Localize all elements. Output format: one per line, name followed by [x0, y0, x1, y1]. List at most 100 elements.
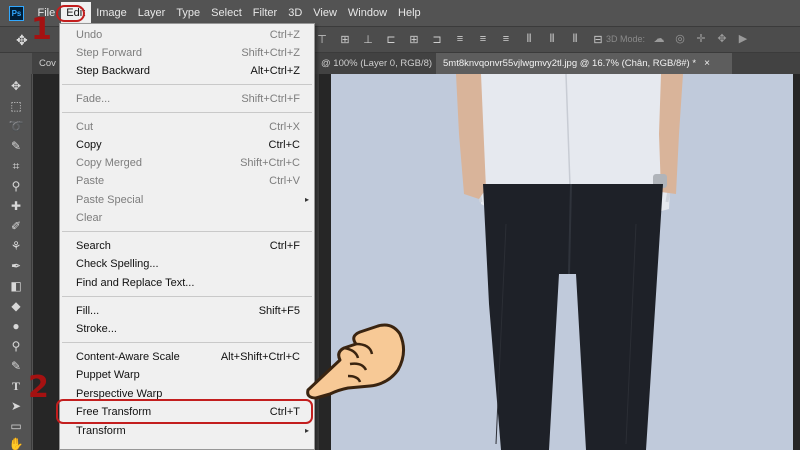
free-transform-highlight-ring — [56, 399, 313, 424]
menu-item-paste[interactable]: Paste Ctrl+V — [60, 172, 314, 190]
eyedropper-icon[interactable]: ⚲ — [8, 178, 24, 194]
menu-separator — [62, 84, 312, 85]
step-number-2: 2 — [28, 370, 49, 405]
menu-separator — [62, 231, 312, 232]
menu-separator — [62, 296, 312, 297]
menu-item-shortcut: Ctrl+F — [269, 240, 300, 252]
tab-label: @ 100% (Layer 0, RGB/8) — [321, 58, 433, 69]
menu-item-fill[interactable]: Fill... Shift+F5 — [60, 302, 314, 320]
scale-3d-icon[interactable]: ▶ — [736, 32, 750, 46]
menu-item-label: Step Backward — [76, 65, 150, 77]
move-icon[interactable]: ✥ — [8, 78, 24, 94]
menu-item-clear[interactable]: Clear — [60, 209, 314, 227]
menu-item-find-replace[interactable]: Find and Replace Text... — [60, 274, 314, 292]
hand-icon[interactable]: ✋ — [8, 436, 24, 450]
history-brush-icon[interactable]: ✒ — [8, 258, 24, 274]
distribute-hcenter-icon[interactable]: ⦀ — [545, 33, 559, 46]
menu-separator — [62, 112, 312, 113]
menu-item-shortcut: Ctrl+X — [269, 121, 300, 133]
brush-icon[interactable]: ✐ — [8, 218, 24, 234]
menu-item-step-forward[interactable]: Step Forward Shift+Ctrl+Z — [60, 44, 314, 62]
lasso-icon[interactable]: ➰ — [8, 118, 24, 134]
menu-window[interactable]: Window — [342, 0, 392, 26]
tab-cover[interactable]: Cov — [32, 53, 60, 74]
marquee-icon[interactable]: ⬚ — [8, 98, 24, 114]
menu-item-shortcut: Ctrl+Z — [269, 29, 300, 41]
tab-label: 5mt8knvqonvr55vjlwgmvy2tl.jpg @ 16.7% (C… — [443, 58, 697, 69]
menu-item-stroke[interactable]: Stroke... — [60, 320, 314, 338]
submenu-arrow-icon: ▸ — [304, 195, 309, 204]
move-tool-icon[interactable]: ✥ — [16, 32, 28, 49]
rectangle-icon[interactable]: ▭ — [8, 418, 24, 434]
slide-3d-icon[interactable]: ✥ — [715, 32, 729, 46]
menu-help[interactable]: Help — [393, 0, 427, 26]
distribute-bottom-icon[interactable]: ≡ — [499, 33, 513, 46]
drag-3d-icon[interactable]: ✛ — [694, 32, 708, 46]
align-buttons: ⊤ ⊞ ⊥ ⊏ ⊞ ⊐ ≡ ≡ ≡ ⦀ ⦀ ⦀ ⊟ — [315, 33, 605, 46]
align-top-icon[interactable]: ⊤ — [315, 33, 329, 46]
distribute-right-icon[interactable]: ⦀ — [568, 33, 582, 46]
menu-item-transform[interactable]: Transform ▸ — [60, 422, 314, 440]
orbit-3d-icon[interactable]: ☁ — [652, 32, 666, 46]
menu-item-shortcut: Ctrl+C — [268, 139, 300, 151]
eraser-icon[interactable]: ◧ — [8, 278, 24, 294]
menu-item-shortcut: Alt+Shift+Ctrl+C — [220, 351, 300, 363]
menu-item-label: Check Spelling... — [76, 258, 159, 270]
menu-item-shortcut: Shift+Ctrl+Z — [241, 47, 300, 59]
quick-select-icon[interactable]: ✎ — [8, 138, 24, 154]
distribute-left-icon[interactable]: ⦀ — [522, 33, 536, 46]
path-selection-icon[interactable]: ➤ — [8, 398, 24, 414]
align-vcenter-icon[interactable]: ⊞ — [338, 33, 352, 46]
blur-icon[interactable]: ● — [8, 318, 24, 334]
edit-menu-highlight-ring — [56, 5, 85, 22]
menu-item-shortcut: Shift+F5 — [258, 305, 300, 317]
menu-item-copy-merged[interactable]: Copy Merged Shift+Ctrl+C — [60, 154, 314, 172]
menu-item-label: Stroke... — [76, 323, 117, 335]
tab-active-document[interactable]: 5mt8knvqonvr55vjlwgmvy2tl.jpg @ 16.7% (C… — [436, 53, 732, 74]
menu-item-label: Puppet Warp — [76, 369, 140, 381]
menu-item-undo[interactable]: Undo Ctrl+Z — [60, 26, 314, 44]
menu-item-search[interactable]: Search Ctrl+F — [60, 237, 314, 255]
menu-item-shortcut: Shift+Ctrl+C — [240, 157, 300, 169]
distribute-top-icon[interactable]: ≡ — [453, 33, 467, 46]
menu-item-copy[interactable]: Copy Ctrl+C — [60, 136, 314, 154]
auto-align-icon[interactable]: ⊟ — [591, 33, 605, 46]
tab-layer0[interactable]: @ 100% (Layer 0, RGB/8) — [314, 53, 444, 74]
align-right-icon[interactable]: ⊐ — [430, 33, 444, 46]
pen-icon[interactable]: ✎ — [8, 358, 24, 374]
align-left-icon[interactable]: ⊏ — [384, 33, 398, 46]
menu-item-label: Cut — [76, 121, 94, 133]
menu-item-step-backward[interactable]: Step Backward Alt+Ctrl+Z — [60, 62, 314, 80]
menu-item-label: Content-Aware Scale — [76, 351, 180, 363]
menu-item-puppet-warp[interactable]: Puppet Warp — [60, 366, 314, 384]
paint-bucket-icon[interactable]: ◆ — [8, 298, 24, 314]
3d-mode-icons: ☁ ◎ ✛ ✥ ▶ — [652, 32, 750, 46]
menu-item-label: Fade... — [76, 93, 111, 105]
type-icon[interactable]: T — [8, 378, 24, 394]
menu-item-label: Clear — [76, 212, 103, 224]
menu-separator — [62, 342, 312, 343]
distribute-vcenter-icon[interactable]: ≡ — [476, 33, 490, 46]
3d-mode-label: 3D Mode: — [606, 34, 646, 44]
submenu-arrow-icon: ▸ — [304, 426, 309, 435]
dodge-icon[interactable]: ⚲ — [8, 338, 24, 354]
menu-item-fade[interactable]: Fade... Shift+Ctrl+F — [60, 90, 314, 108]
menu-item-label: Find and Replace Text... — [76, 277, 195, 289]
menu-item-cut[interactable]: Cut Ctrl+X — [60, 118, 314, 136]
step-number-1: 1 — [31, 12, 52, 47]
align-hcenter-icon[interactable]: ⊞ — [407, 33, 421, 46]
edit-menu-dropdown: Undo Ctrl+Z Step Forward Shift+Ctrl+Z Step… — [59, 23, 315, 450]
clone-stamp-icon[interactable]: ⚘ — [8, 238, 24, 254]
photoshop-logo-icon: Ps — [9, 5, 24, 21]
menu-item-content-aware-scale[interactable]: Content-Aware Scale Alt+Shift+Ctrl+C — [60, 348, 314, 366]
align-bottom-icon[interactable]: ⊥ — [361, 33, 375, 46]
menu-item-label: Paste — [76, 175, 105, 187]
menu-item-paste-special[interactable]: Paste Special ▸ — [60, 191, 314, 209]
roll-3d-icon[interactable]: ◎ — [673, 32, 687, 46]
menu-item-label: Undo — [76, 29, 103, 41]
healing-brush-icon[interactable]: ✚ — [8, 198, 24, 214]
close-icon[interactable]: × — [704, 58, 710, 69]
crop-icon[interactable]: ⌗ — [8, 158, 24, 174]
menu-item-check-spelling[interactable]: Check Spelling... — [60, 255, 314, 273]
menu-item-label: Fill... — [76, 305, 100, 317]
